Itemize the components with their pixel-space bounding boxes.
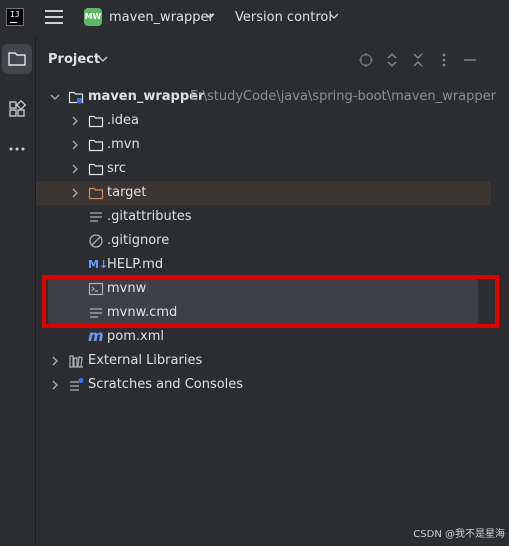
gitattributes-label: .gitattributes xyxy=(107,209,192,224)
help-label: HELP.md xyxy=(107,257,164,272)
chevron-down-icon[interactable] xyxy=(50,92,60,102)
tree-item-root[interactable]: maven_wrapper E:\studyCode\java\spring-b… xyxy=(36,85,496,109)
tree-item-pom[interactable]: m pom.xml xyxy=(36,325,491,349)
scratches-label: Scratches and Consoles xyxy=(88,377,244,392)
intellij-logo-icon[interactable]: IJ xyxy=(6,8,24,26)
tree-item-gitignore[interactable]: .gitignore xyxy=(36,229,491,253)
chevron-down-icon[interactable] xyxy=(205,11,215,21)
library-icon xyxy=(69,355,83,368)
folder-icon xyxy=(8,52,26,66)
chevron-right-icon[interactable] xyxy=(70,188,80,198)
scratches-icon xyxy=(70,378,84,391)
tree-item-src[interactable]: src xyxy=(36,157,491,181)
title-bar: IJ MW maven_wrapper Version control xyxy=(0,0,509,36)
main-menu-icon[interactable] xyxy=(45,10,63,24)
root-label: maven_wrapper xyxy=(88,89,205,104)
root-path: E:\studyCode\java\spring-boot\maven_wrap… xyxy=(190,89,496,104)
options-icon[interactable] xyxy=(436,52,452,68)
folder-icon xyxy=(88,139,104,152)
excluded-folder-icon xyxy=(88,187,104,200)
structure-icon xyxy=(9,99,27,117)
tree-item-scratches[interactable]: Scratches and Consoles xyxy=(36,373,491,397)
tree-item-target[interactable]: target xyxy=(36,181,491,205)
tree-item-help[interactable]: M↓ HELP.md xyxy=(36,253,491,277)
chevron-right-icon[interactable] xyxy=(70,116,80,126)
tree-item-idea[interactable]: .idea xyxy=(36,109,491,133)
chevron-right-icon[interactable] xyxy=(70,164,80,174)
chevron-right-icon[interactable] xyxy=(50,380,60,390)
gitignore-label: .gitignore xyxy=(107,233,170,248)
target-label: target xyxy=(107,185,147,200)
maven-icon: m xyxy=(88,327,104,345)
src-label: src xyxy=(107,161,126,176)
tool-window-strip xyxy=(0,36,36,546)
structure-tool-button[interactable] xyxy=(2,94,32,124)
mvn-label: .mvn xyxy=(107,137,140,152)
more-tools-button[interactable] xyxy=(2,134,32,164)
expand-all-icon[interactable] xyxy=(384,52,400,68)
text-file-icon xyxy=(90,212,102,222)
chevron-right-icon[interactable] xyxy=(70,140,80,150)
tree-item-external-libraries[interactable]: External Libraries xyxy=(36,349,491,373)
pom-label: pom.xml xyxy=(107,329,164,344)
folder-icon xyxy=(88,163,104,176)
project-badge[interactable]: MW xyxy=(84,8,102,26)
chevron-down-icon[interactable] xyxy=(98,54,108,64)
hide-panel-icon[interactable] xyxy=(462,52,478,68)
project-tool-button[interactable] xyxy=(2,44,32,74)
watermark: CSDN @我不是星海 xyxy=(413,529,505,540)
ignore-file-icon xyxy=(89,234,103,248)
tree-item-gitattributes[interactable]: .gitattributes xyxy=(36,205,491,229)
red-highlight-annotation xyxy=(42,275,499,328)
markdown-file-icon: M↓ xyxy=(88,258,109,271)
tree-item-mvn[interactable]: .mvn xyxy=(36,133,491,157)
external-libraries-label: External Libraries xyxy=(88,353,203,368)
project-name-dropdown[interactable]: maven_wrapper xyxy=(109,10,214,25)
chevron-right-icon[interactable] xyxy=(50,356,60,366)
collapse-all-icon[interactable] xyxy=(410,52,426,68)
panel-title[interactable]: Project xyxy=(48,52,100,67)
chevron-down-icon[interactable] xyxy=(329,11,339,21)
version-control-dropdown[interactable]: Version control xyxy=(235,10,332,25)
more-icon xyxy=(9,147,25,151)
idea-label: .idea xyxy=(107,113,139,128)
module-folder-icon xyxy=(68,91,84,104)
folder-icon xyxy=(88,115,104,128)
locate-file-icon[interactable] xyxy=(358,52,374,68)
